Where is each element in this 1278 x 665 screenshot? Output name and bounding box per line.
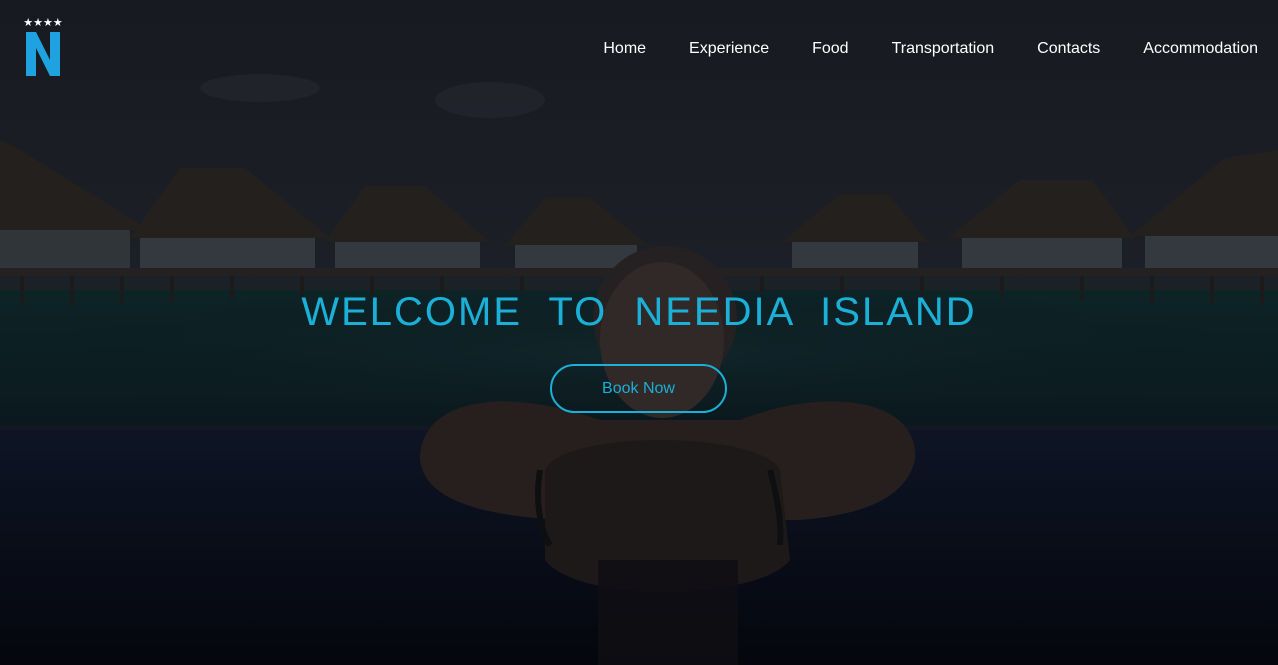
hero-headline: WELCOME TO NEEDIA ISLAND bbox=[301, 290, 977, 334]
nav-link-accommodation[interactable]: Accommodation bbox=[1143, 36, 1258, 62]
nav-link-contacts[interactable]: Contacts bbox=[1037, 36, 1100, 62]
rating-stars-icon: ★★★★ bbox=[23, 17, 63, 29]
nav-link-food[interactable]: Food bbox=[812, 36, 848, 62]
nav-link-experience[interactable]: Experience bbox=[689, 36, 769, 62]
book-now-button[interactable]: Book Now bbox=[550, 364, 727, 413]
logo-n-icon bbox=[26, 32, 60, 76]
nav-link-home[interactable]: Home bbox=[603, 36, 646, 62]
main-nav: Home Experience Food Transportation Cont… bbox=[560, 36, 1258, 62]
landing-page: ★★★★ Home Experience Food Transportation… bbox=[0, 0, 1278, 665]
brand-logo[interactable]: ★★★★ bbox=[16, 16, 70, 82]
nav-link-transportation[interactable]: Transportation bbox=[892, 36, 995, 62]
